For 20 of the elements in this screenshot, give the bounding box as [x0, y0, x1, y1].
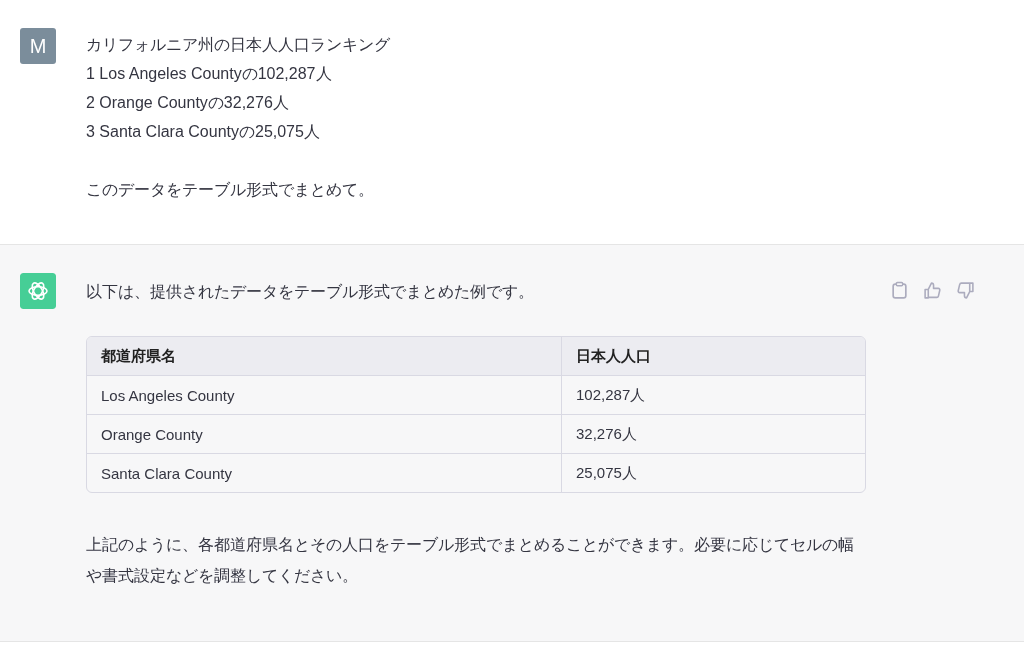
- table-cell: Santa Clara County: [87, 453, 562, 492]
- message-text: このデータをテーブル形式でまとめて。: [86, 180, 375, 200]
- clipboard-icon[interactable]: [890, 281, 909, 300]
- message-text: 上記のように、各都道府県名とその人口をテーブル形式でまとめることができます。必要に応じてセルの幅や書式設定などを調整してください。: [86, 535, 855, 586]
- user-avatar: M: [20, 28, 56, 64]
- message-line: 2 Orange Countyの32,276人: [86, 93, 290, 113]
- message-line: 3 Santa Clara Countyの25,075人: [86, 122, 321, 142]
- column-header: 日本人人口: [562, 337, 865, 375]
- table-cell: 25,075人: [562, 453, 865, 492]
- column-header: 都道府県名: [87, 337, 562, 375]
- thumbs-up-icon[interactable]: [923, 281, 942, 300]
- thumbs-down-icon[interactable]: [956, 281, 975, 300]
- table-cell: Orange County: [87, 414, 562, 453]
- message-line: カリフォルニア州の日本人人口ランキング: [86, 35, 390, 55]
- table-cell: 32,276人: [562, 414, 865, 453]
- message-line: 1 Los Angeles Countyの102,287人: [86, 64, 333, 84]
- table-cell: Los Angeles County: [87, 375, 562, 414]
- message-text: 以下は、提供されたデータをテーブル形式でまとめた例です。: [86, 282, 535, 302]
- assistant-avatar-icon: [20, 273, 56, 309]
- table-cell: 102,287人: [562, 375, 865, 414]
